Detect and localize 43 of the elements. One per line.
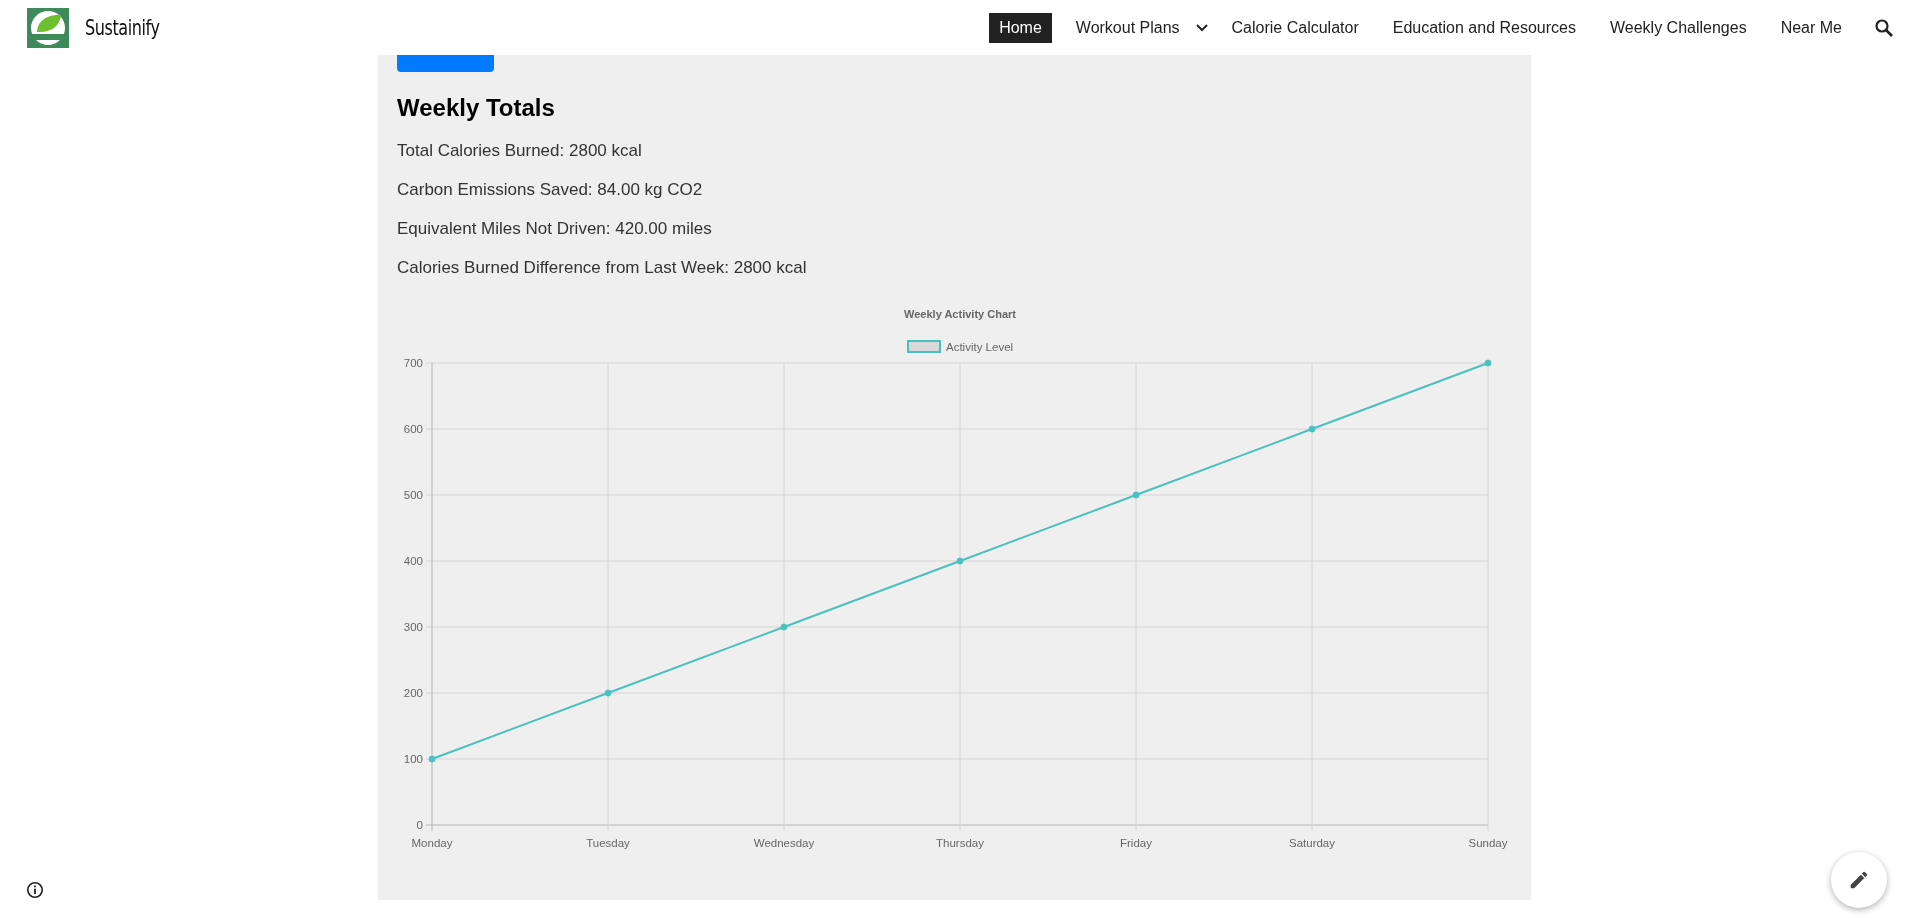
y-tick-label: 500 — [403, 489, 423, 501]
data-point — [1308, 425, 1316, 433]
y-tick-label: 300 — [403, 621, 423, 633]
data-point — [780, 623, 788, 631]
x-tick-label: Tuesday — [586, 837, 630, 849]
x-tick-label: Saturday — [1289, 837, 1335, 849]
stat-line: Equivalent Miles Not Driven: 420.00 miles — [397, 218, 712, 240]
y-tick-label: 700 — [403, 357, 423, 369]
x-tick-label: Sunday — [1468, 837, 1508, 849]
x-tick-label: Friday — [1120, 837, 1152, 849]
nav-link[interactable]: Weekly Challenges — [1599, 12, 1757, 43]
y-tick-label: 200 — [403, 687, 423, 699]
chevron-down-icon[interactable] — [1195, 23, 1208, 32]
nav-link[interactable]: Workout Plans — [1065, 12, 1190, 43]
search-icon[interactable] — [1874, 17, 1894, 38]
x-tick-label: Monday — [411, 837, 453, 849]
y-tick-label: 0 — [416, 819, 423, 831]
logo-icon[interactable] — [27, 7, 69, 48]
legend-label[interactable]: Activity Level — [946, 341, 1014, 353]
section-heading: Weekly Totals — [397, 93, 555, 123]
info-icon[interactable] — [26, 881, 44, 899]
data-point — [1484, 359, 1492, 367]
data-point — [1132, 491, 1140, 499]
y-tick-label: 400 — [403, 555, 423, 567]
stat-line: Carbon Emissions Saved: 84.00 kg CO2 — [397, 179, 703, 201]
edit-button[interactable] — [1831, 852, 1887, 908]
data-point — [428, 755, 436, 763]
legend-swatch[interactable] — [907, 340, 941, 353]
pencil-icon — [1848, 869, 1870, 891]
nav-link[interactable]: Education and Resources — [1382, 12, 1586, 43]
stat-line: Calories Burned Difference from Last Week: 2800 kcal — [397, 257, 807, 279]
nav-link[interactable]: Home — [989, 12, 1052, 43]
site-name[interactable]: Sustainify — [85, 15, 160, 40]
stat-line: Total Calories Burned: 2800 kcal — [397, 140, 642, 162]
chart-title: Weekly Activity Chart — [904, 308, 1016, 320]
nav-link[interactable]: Calorie Calculator — [1221, 12, 1369, 43]
y-tick-label: 600 — [403, 423, 423, 435]
x-tick-label: Thursday — [936, 837, 984, 849]
y-tick-label: 100 — [403, 753, 423, 765]
data-point — [604, 689, 612, 697]
data-point — [956, 557, 964, 565]
nav-link[interactable]: Near Me — [1770, 12, 1852, 43]
x-tick-label: Wednesday — [753, 837, 815, 849]
